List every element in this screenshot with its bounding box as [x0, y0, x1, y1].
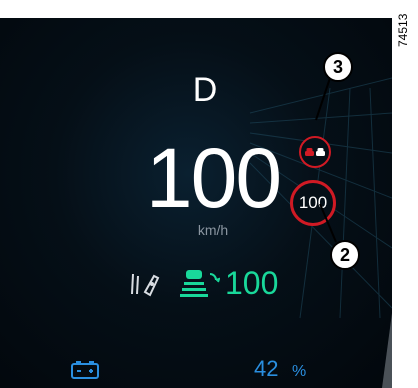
speed-unit: km/h — [197, 222, 229, 238]
cruise-set-speed: 100 — [225, 265, 279, 301]
speed-limit-sign: 100 — [290, 180, 336, 226]
battery-icon — [71, 361, 99, 379]
speed-readout: 100 — [145, 131, 282, 225]
battery-percent: 42 — [254, 356, 279, 381]
adaptive-cruise-icon — [180, 270, 220, 297]
battery-percent-unit: % — [292, 363, 307, 380]
callout-speed-limit: 2 — [330, 240, 360, 270]
callout-front-vehicle: 3 — [323, 52, 353, 82]
front-vehicle-warning-icon — [299, 136, 331, 168]
figure-reference-code: 74513 — [396, 13, 410, 47]
driver-attention-icon — [131, 273, 160, 297]
figure-page: D 100 km/h 100 100 42 % 3 2 74513 — [0, 0, 418, 388]
